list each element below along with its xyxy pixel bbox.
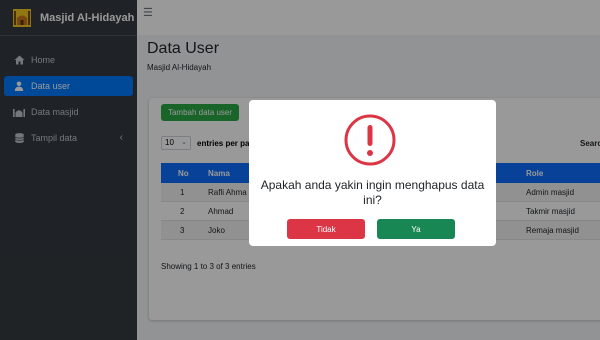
confirm-button[interactable]: Ya (377, 219, 455, 239)
confirm-delete-dialog: Apakah anda yakin ingin menghapus data i… (249, 100, 496, 246)
warning-icon (344, 114, 396, 166)
dialog-message: Apakah anda yakin ingin menghapus data i… (260, 178, 485, 207)
cancel-button[interactable]: Tidak (287, 219, 365, 239)
